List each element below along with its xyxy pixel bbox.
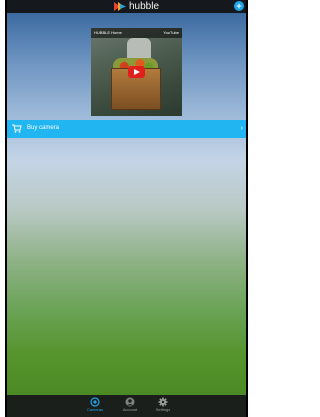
hubble-logo-icon <box>114 2 126 11</box>
device-frame: hubble + HUBBLE Home YouTube Buy camera <box>5 0 248 417</box>
account-icon <box>125 397 135 407</box>
tab-cameras[interactable]: Cameras <box>85 397 105 416</box>
cart-icon <box>12 124 22 133</box>
add-camera-button[interactable]: + <box>234 1 244 11</box>
top-bar: hubble + <box>7 0 246 13</box>
app-screen: hubble + HUBBLE Home YouTube Buy camera <box>7 0 246 417</box>
plus-icon: + <box>236 1 242 11</box>
gear-icon <box>158 397 168 407</box>
app-logo: hubble <box>114 1 159 12</box>
tab-settings-label: Settings <box>155 407 171 412</box>
camera-icon <box>90 397 100 407</box>
tab-cameras-label: Cameras <box>86 407 104 412</box>
video-header: HUBBLE Home YouTube <box>91 28 182 38</box>
video-title: HUBBLE Home <box>94 30 122 35</box>
play-icon[interactable] <box>128 66 145 78</box>
app-logo-text: hubble <box>129 1 160 12</box>
video-source: YouTube <box>163 30 179 35</box>
tab-account-label: Account <box>122 407 138 412</box>
buy-camera-label: Buy camera <box>27 125 60 131</box>
buy-camera-bar[interactable]: Buy camera › <box>7 120 246 138</box>
bottom-nav: Cameras Account Settings <box>7 395 246 417</box>
chevron-right-icon: › <box>240 125 243 132</box>
tab-account[interactable]: Account <box>120 397 140 416</box>
video-thumbnail[interactable]: HUBBLE Home YouTube <box>91 28 182 116</box>
tab-settings[interactable]: Settings <box>153 397 173 416</box>
